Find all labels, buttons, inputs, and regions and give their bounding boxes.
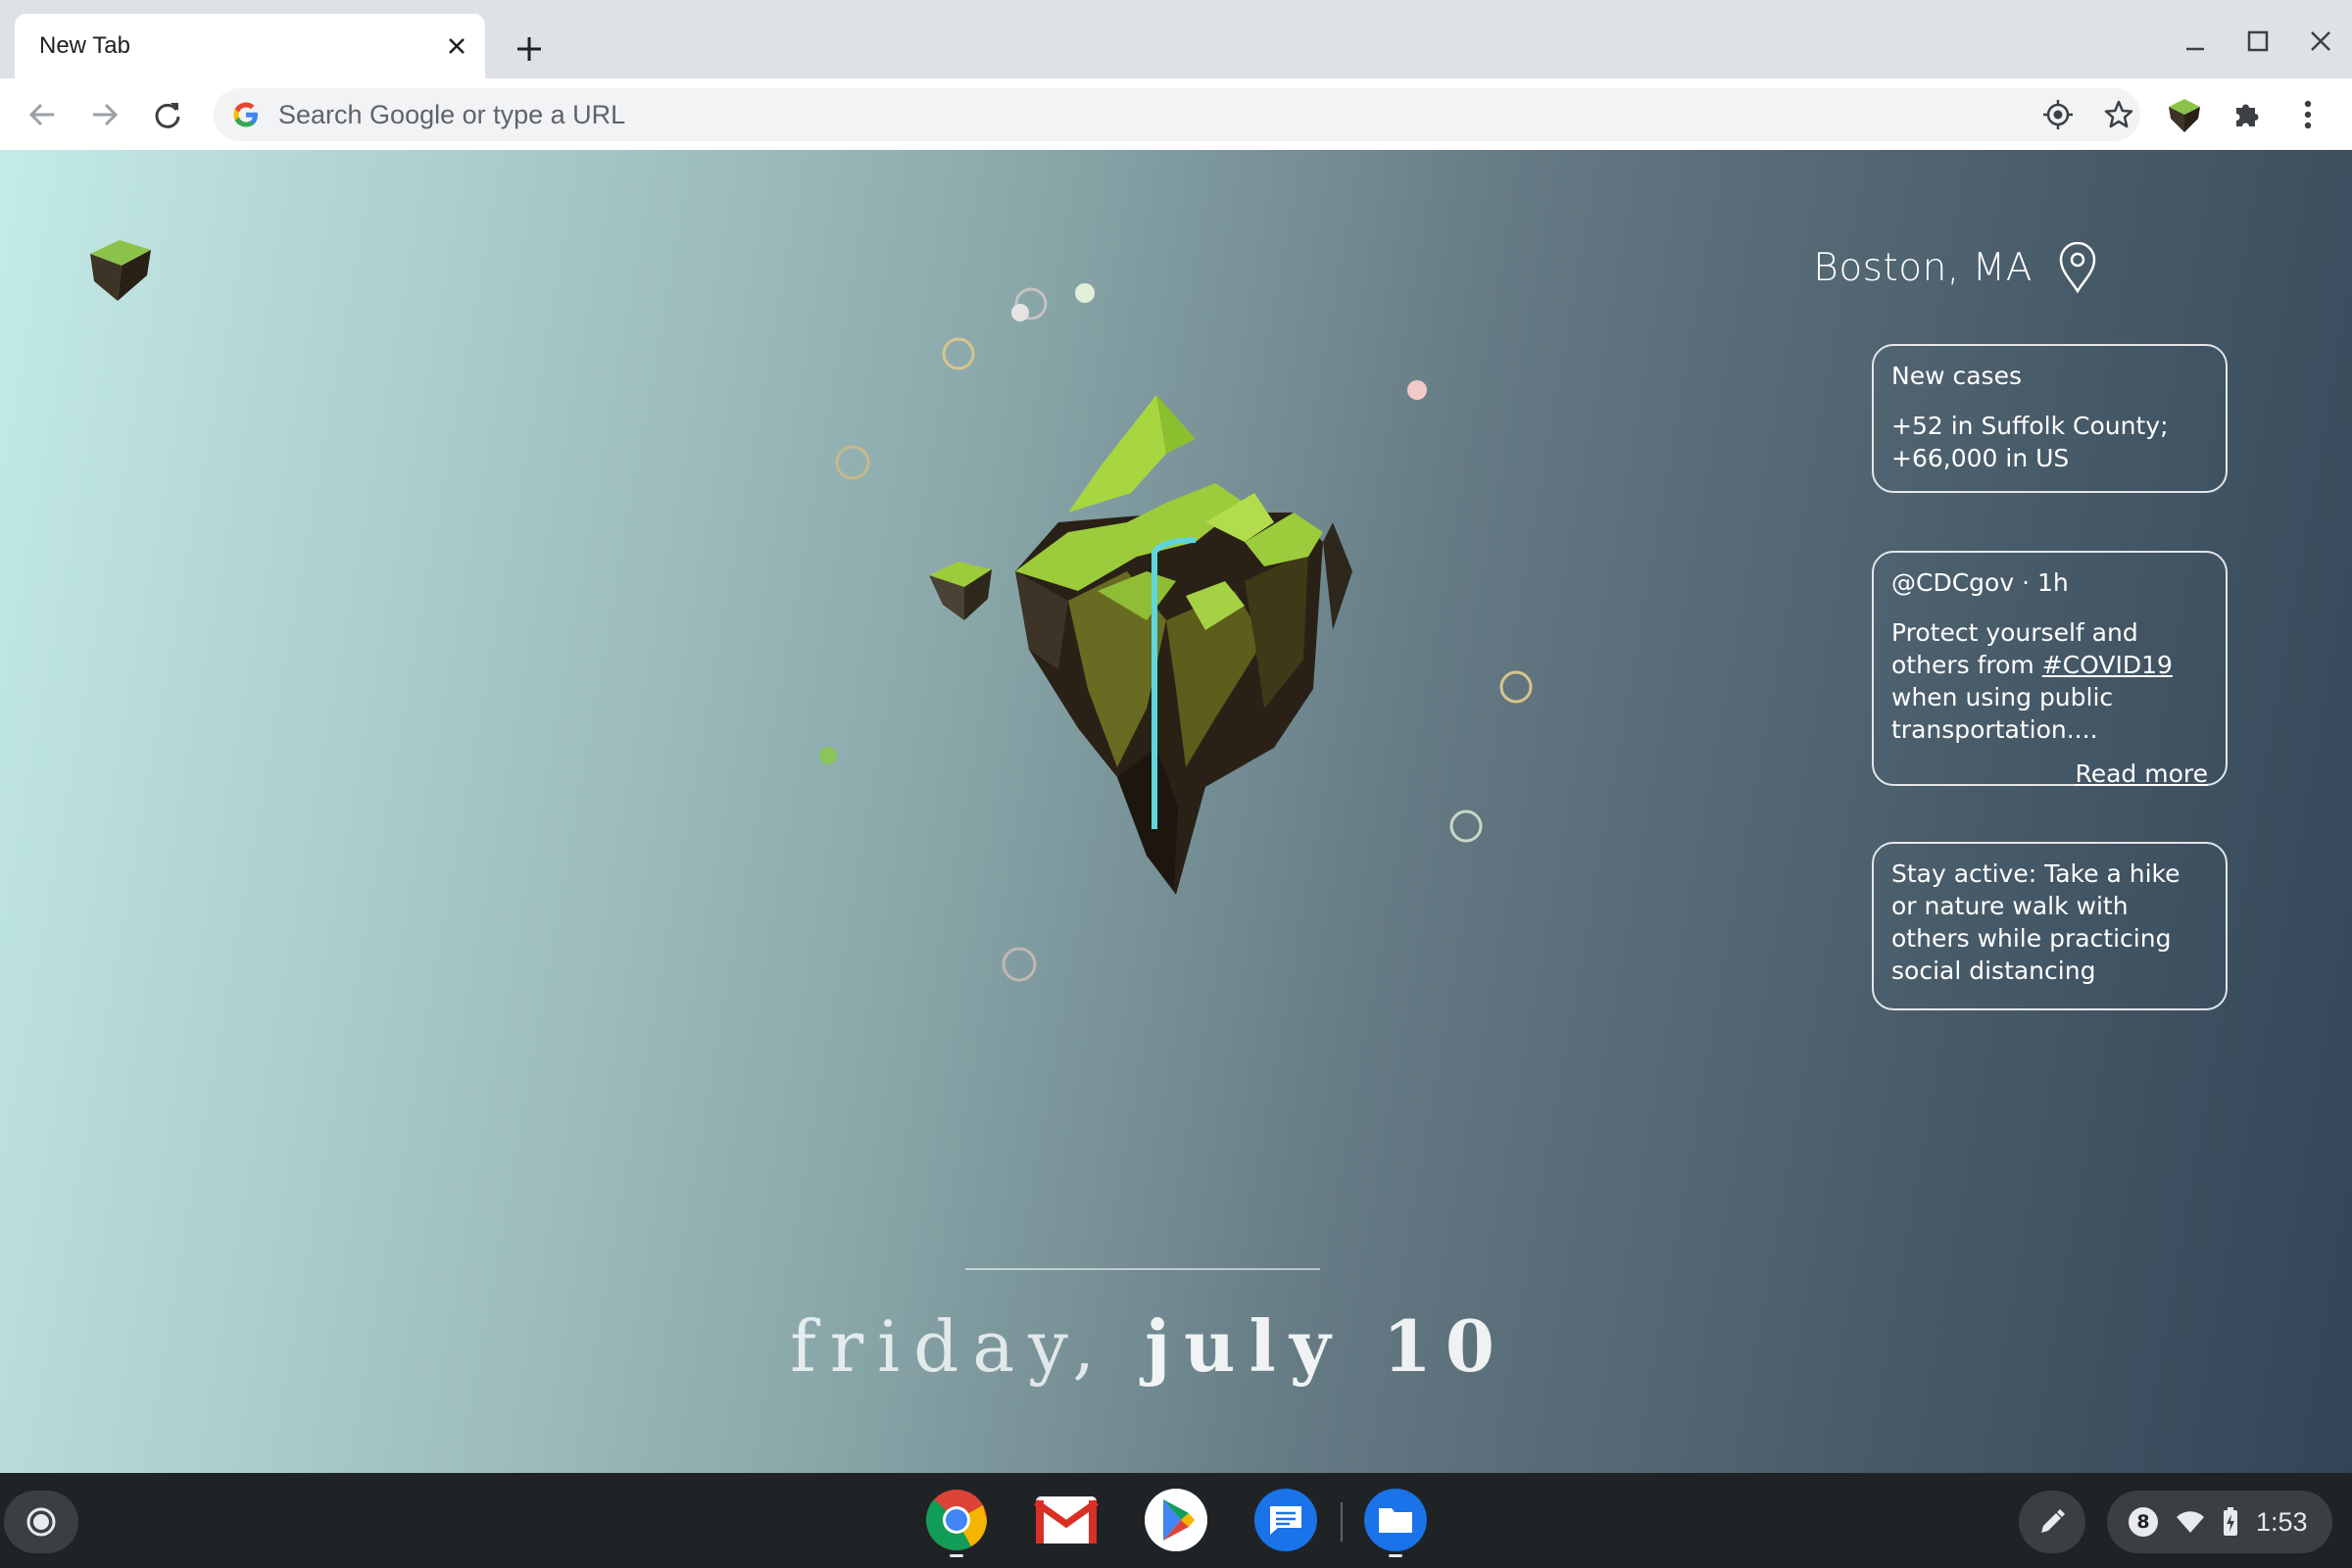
tip-text: Stay active: Take a hike or nature walk … — [1891, 859, 2180, 985]
battery-charging-icon — [2224, 1507, 2237, 1536]
address-input[interactable] — [278, 88, 1944, 141]
location-header[interactable]: Boston, MA — [1813, 242, 2097, 293]
close-tab-icon[interactable] — [442, 31, 471, 61]
running-indicator — [1389, 1554, 1402, 1557]
files-app[interactable] — [1358, 1483, 1433, 1557]
extensions-puzzle-icon[interactable] — [2223, 90, 2272, 139]
tweet-handle: @CDCgov — [1891, 568, 2015, 597]
stylus-pen-icon — [2041, 1509, 2065, 1533]
date-divider — [965, 1268, 1320, 1270]
back-icon[interactable] — [18, 90, 67, 139]
tweet-time: · 1h — [2022, 568, 2069, 597]
clock-time: 1:53 — [2256, 1506, 2308, 1537]
play-store-app[interactable] — [1139, 1483, 1213, 1557]
browser-toolbar — [0, 78, 2352, 150]
chrome-app[interactable] — [919, 1483, 994, 1557]
weekday-label: friday, — [790, 1305, 1109, 1388]
suffolk-cases: +52 in Suffolk County; — [1891, 412, 2169, 440]
play-store-icon — [1145, 1489, 1207, 1551]
close-window-icon[interactable] — [2299, 20, 2342, 63]
tweet-text: Protect yourself and others from #COVID1… — [1891, 616, 2208, 746]
new-cases-card: New cases +52 in Suffolk County; +66,000… — [1872, 344, 2228, 493]
small-island-logo — [90, 240, 151, 301]
tab-strip: New Tab — [0, 0, 2352, 78]
reload-icon[interactable] — [143, 90, 192, 139]
launcher-circle-icon — [26, 1507, 56, 1537]
cdc-tweet-card: @CDCgov · 1h Protect yourself and others… — [1872, 551, 2228, 788]
new-tab-button[interactable] — [508, 27, 551, 71]
maximize-icon[interactable] — [2236, 20, 2279, 63]
gmail-icon — [1034, 1496, 1099, 1544]
tab-title: New Tab — [39, 32, 130, 59]
wifi-icon — [2177, 1511, 2204, 1533]
shelf-divider — [1341, 1502, 1343, 1542]
menu-kebab-icon[interactable] — [2283, 90, 2332, 139]
chromeos-shelf: 8 1:53 — [0, 1473, 2352, 1568]
floating-island-illustration — [929, 395, 1352, 895]
card-title: New cases — [1891, 362, 2022, 390]
status-tray[interactable]: 8 1:53 — [2107, 1491, 2332, 1553]
island-extension-icon[interactable] — [2160, 90, 2209, 139]
messages-app[interactable] — [1249, 1483, 1323, 1557]
us-cases: +66,000 in US — [1891, 444, 2070, 472]
hashtag-link[interactable]: #COVID19 — [2042, 651, 2173, 679]
day-label: july 10 — [1145, 1304, 1508, 1388]
date-display: friday, july 10 — [0, 1304, 2298, 1388]
notification-count-badge: 8 — [2129, 1507, 2158, 1537]
tweet-text-end: when using public transportation.... — [1891, 683, 2114, 744]
new-tab-page: Boston, MA New cases +52 in Suffolk Coun… — [0, 150, 2352, 1473]
chrome-icon — [926, 1490, 987, 1550]
read-more-link[interactable]: Read more — [1891, 758, 2208, 790]
gmail-app[interactable] — [1029, 1483, 1103, 1557]
bookmark-star-icon[interactable] — [2100, 96, 2137, 133]
launcher-button[interactable] — [4, 1491, 78, 1553]
messages-icon — [1254, 1489, 1317, 1551]
tab-new-tab[interactable]: New Tab — [15, 14, 485, 78]
location-target-icon[interactable] — [2039, 96, 2077, 133]
forward-icon[interactable] — [80, 90, 129, 139]
map-pin-icon — [2059, 242, 2096, 293]
location-name: Boston, MA — [1813, 245, 2033, 290]
minimize-icon[interactable] — [2174, 20, 2217, 63]
omnibox[interactable] — [214, 88, 2140, 141]
stay-active-card: Stay active: Take a hike or nature walk … — [1872, 842, 2228, 1010]
files-icon — [1364, 1489, 1427, 1551]
running-indicator — [950, 1554, 963, 1557]
stylus-tools-button[interactable] — [2019, 1491, 2085, 1553]
google-g-icon — [231, 100, 261, 129]
